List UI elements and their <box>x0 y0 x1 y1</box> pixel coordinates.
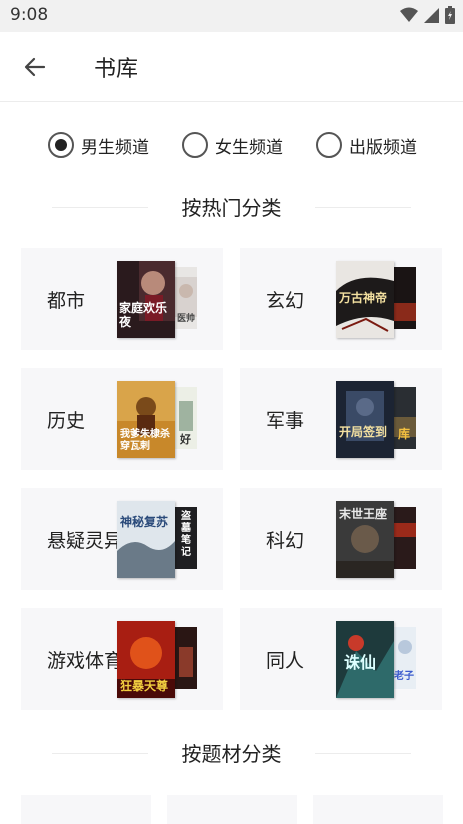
channel-publish[interactable]: 出版频道 <box>316 130 417 160</box>
book-cover-back: 盗墓笔记 <box>175 507 197 569</box>
channel-selector: 男生频道 女生频道 出版频道 <box>48 130 448 160</box>
category-card-xuanyi[interactable]: 悬疑灵异 盗墓笔记 神秘复苏 <box>21 488 223 590</box>
arrow-left-icon <box>24 57 46 77</box>
book-cover-back: 好 <box>175 387 197 449</box>
status-bar: 9:08 <box>0 0 463 32</box>
channel-label: 男生频道 <box>81 137 149 158</box>
page-title: 书库 <box>94 57 139 82</box>
book-cover-front: 末世王座 <box>336 501 394 578</box>
category-label: 悬疑灵异 <box>47 530 124 552</box>
app-header: 书库 <box>0 32 463 102</box>
book-cover-back: 老子 <box>394 627 416 689</box>
back-button[interactable] <box>18 50 52 84</box>
book-cover-back <box>394 267 416 329</box>
channel-label: 女生频道 <box>215 137 283 158</box>
book-cover-back: 库 <box>394 387 416 449</box>
book-cover-front: 我爹朱棣杀穿瓦剌 <box>117 381 175 458</box>
category-label: 历史 <box>47 410 86 432</box>
status-icons <box>400 6 455 24</box>
cover-title: 神秘复苏 <box>120 515 169 529</box>
signal-icon <box>424 7 439 23</box>
cover-title: 家庭欢乐夜 <box>119 301 168 329</box>
cover-title: 库 <box>398 427 411 441</box>
cover-title: 好 <box>180 433 191 446</box>
channel-label: 出版频道 <box>349 137 417 158</box>
cover-title: 医帅 <box>177 314 196 324</box>
category-card-dushi[interactable]: 都市 医帅 家庭欢乐夜 <box>21 248 223 350</box>
theme-card[interactable] <box>167 795 297 824</box>
category-label: 科幻 <box>266 530 305 552</box>
radio-unchecked-icon <box>182 132 208 158</box>
wifi-icon <box>400 7 418 22</box>
divider <box>315 753 411 754</box>
book-cover-front: 神秘复苏 <box>117 501 175 578</box>
cover-title: 万古神帝 <box>339 291 388 305</box>
book-cover-front: 诛仙 <box>336 621 394 698</box>
book-cover-front: 开局签到 <box>336 381 394 458</box>
book-cover-back <box>394 507 416 569</box>
theme-card[interactable] <box>21 795 151 824</box>
cover-title: 狂暴天尊 <box>120 679 169 693</box>
status-time: 9:08 <box>10 5 49 25</box>
section-theme: 按题材分类 <box>0 738 463 768</box>
cover-title: 我爹朱棣杀穿瓦剌 <box>120 429 170 452</box>
category-card-youxi[interactable]: 游戏体育 狂暴天尊 <box>21 608 223 710</box>
section-hot: 按热门分类 <box>0 192 463 222</box>
channel-male[interactable]: 男生频道 <box>48 130 149 160</box>
cover-title: 末世王座 <box>339 507 388 521</box>
category-label: 同人 <box>266 650 305 672</box>
category-card-lishi[interactable]: 历史 好 我爹朱棣杀穿瓦剌 <box>21 368 223 470</box>
book-cover-front: 家庭欢乐夜 <box>117 261 175 338</box>
book-cover-back: 医帅 <box>175 267 197 329</box>
cover-title: 诛仙 <box>344 653 377 672</box>
battery-icon <box>445 6 455 24</box>
category-label: 军事 <box>266 410 305 432</box>
category-card-tongren[interactable]: 同人 老子 诛仙 <box>240 608 442 710</box>
channel-female[interactable]: 女生频道 <box>182 130 283 160</box>
divider <box>315 207 411 208</box>
category-card-junshi[interactable]: 军事 库 开局签到 <box>240 368 442 470</box>
book-cover-back <box>175 627 197 689</box>
cover-title: 盗墓笔记 <box>181 511 191 558</box>
theme-card[interactable] <box>313 795 443 824</box>
category-label: 都市 <box>47 290 86 312</box>
category-label: 玄幻 <box>266 290 305 312</box>
cover-title: 开局签到 <box>339 425 388 439</box>
cover-title: 老子 <box>394 671 414 682</box>
category-card-kehuan[interactable]: 科幻 末世王座 <box>240 488 442 590</box>
book-cover-front: 狂暴天尊 <box>117 621 175 698</box>
book-cover-front: 万古神帝 <box>336 261 394 338</box>
category-label: 游戏体育 <box>47 650 124 672</box>
radio-checked-icon <box>48 132 74 158</box>
radio-unchecked-icon <box>316 132 342 158</box>
category-card-xuanhuan[interactable]: 玄幻 万古神帝 <box>240 248 442 350</box>
